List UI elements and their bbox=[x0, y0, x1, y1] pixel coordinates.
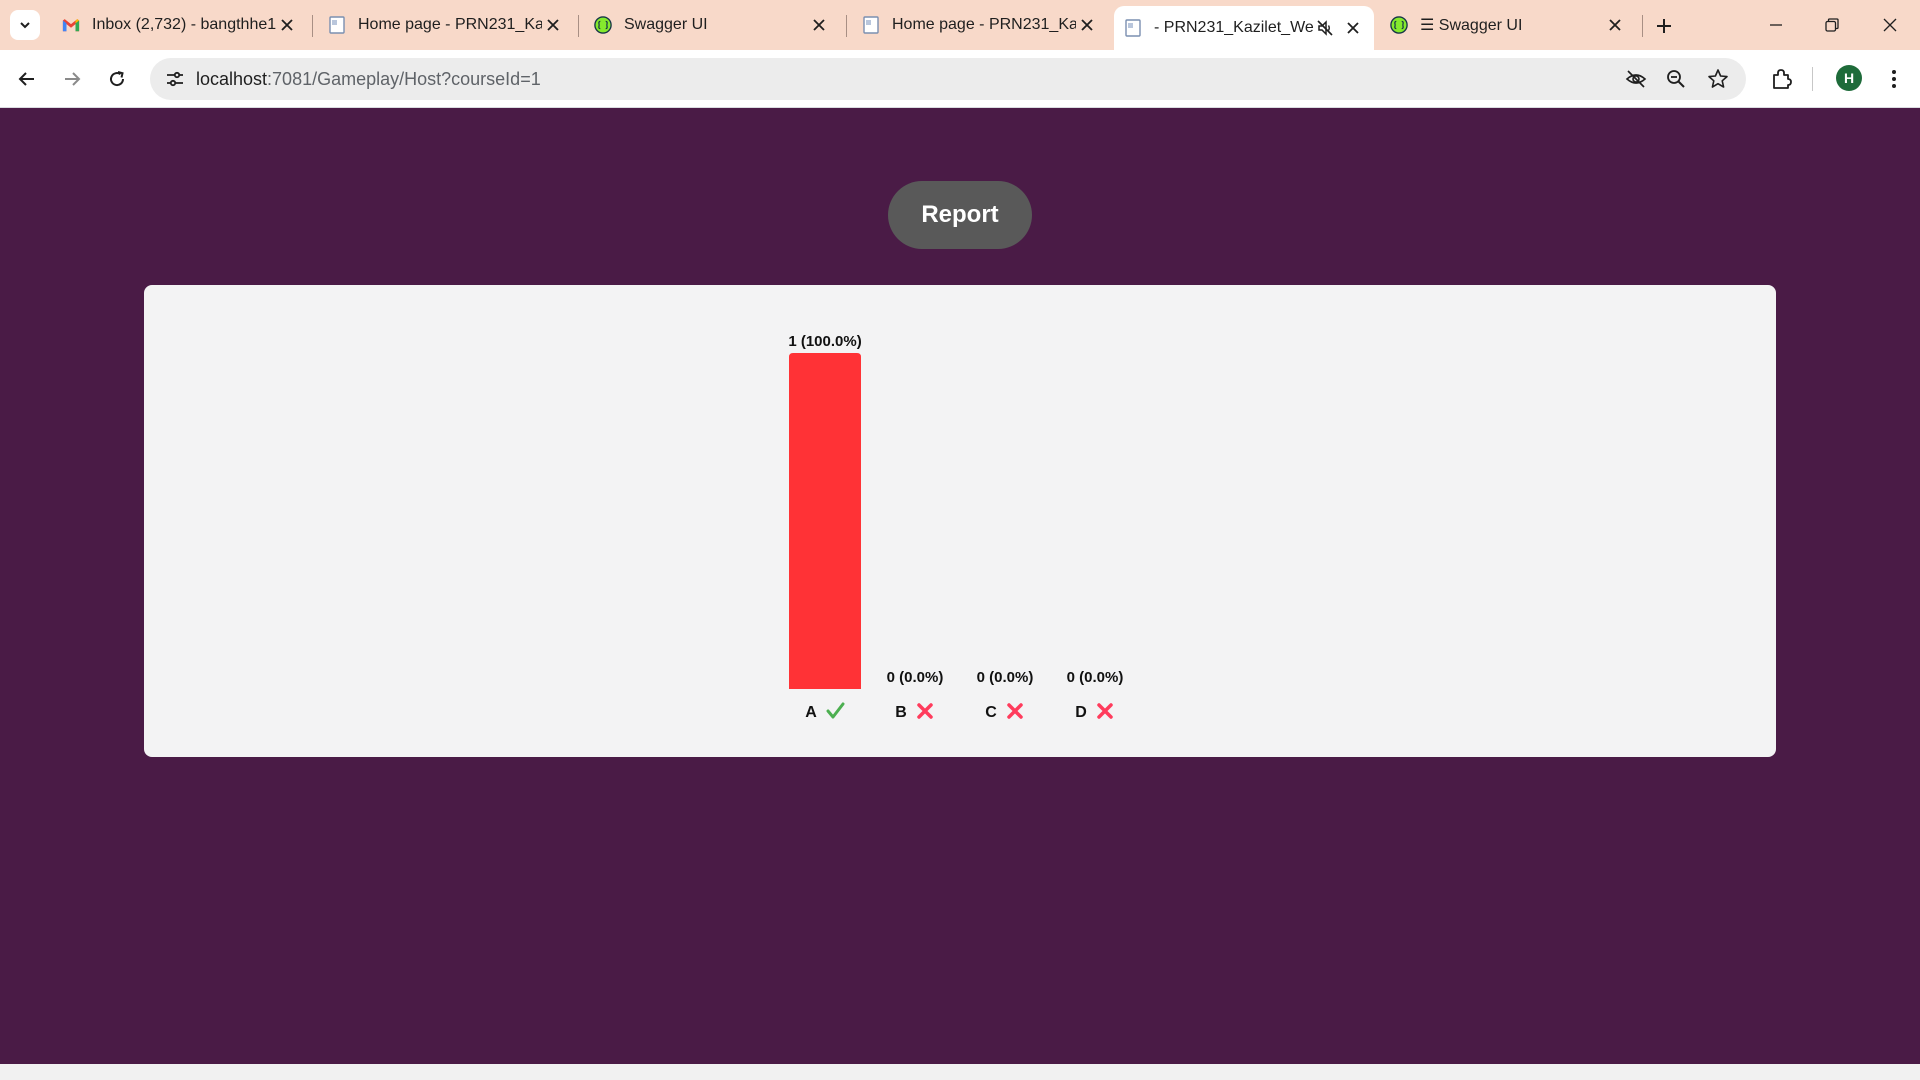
tab-home-page-1[interactable]: Home page - PRN231_Kazilet bbox=[318, 7, 574, 43]
tab-title: Home page - PRN231_Kazilet bbox=[892, 16, 1076, 33]
tab-strip: Inbox (2,732) - bangthhe17 Home page - P… bbox=[0, 0, 1920, 50]
category-label-d: D bbox=[1075, 704, 1087, 721]
tab-search-button[interactable] bbox=[10, 10, 40, 40]
horizontal-scrollbar[interactable] bbox=[0, 1064, 1920, 1080]
data-label-a: 1 (100.0%) bbox=[788, 333, 861, 350]
restore-icon bbox=[1825, 18, 1839, 32]
category-label-b: B bbox=[895, 704, 907, 721]
zoom-out-icon[interactable] bbox=[1664, 67, 1688, 91]
tab-title: Home page - PRN231_Kazilet bbox=[358, 16, 542, 33]
answer-chart-card: 1 (100.0%) A 0 (0.0%) B 0 (0.0%) C 0 (0.0%) D bbox=[144, 285, 1776, 757]
data-label-c: 0 (0.0%) bbox=[977, 669, 1034, 686]
page-icon bbox=[1124, 19, 1142, 37]
plus-icon bbox=[1657, 19, 1671, 33]
profile-avatar[interactable]: H bbox=[1836, 65, 1862, 91]
category-label-a: A bbox=[805, 704, 817, 721]
url-host: localhost bbox=[196, 69, 268, 89]
arrow-left-icon bbox=[18, 72, 34, 86]
tab-title: ☰ Swagger UI bbox=[1420, 17, 1523, 34]
tab-title: - PRN231_Kazilet_Web bbox=[1154, 19, 1314, 36]
eye-off-icon[interactable] bbox=[1624, 67, 1648, 91]
chevron-down-icon bbox=[20, 22, 30, 29]
close-icon[interactable] bbox=[542, 14, 564, 36]
toolbar-divider bbox=[1812, 67, 1813, 91]
tab-title: Inbox (2,732) - bangthhe17 bbox=[92, 16, 276, 33]
wrong-cross-icon bbox=[917, 703, 933, 719]
extensions-icon[interactable] bbox=[1768, 65, 1796, 93]
star-icon[interactable] bbox=[1706, 67, 1730, 91]
reload-button[interactable] bbox=[100, 62, 134, 96]
tab-separator bbox=[1642, 15, 1643, 37]
forward-button[interactable] bbox=[55, 62, 89, 96]
swagger-icon bbox=[1390, 16, 1408, 34]
close-icon[interactable] bbox=[808, 14, 830, 36]
muted-speaker-icon[interactable] bbox=[1314, 17, 1336, 39]
gmail-icon bbox=[62, 16, 80, 34]
browser-toolbar: localhost:7081/Gameplay/Host?courseId=1 … bbox=[0, 50, 1920, 108]
correct-check-icon bbox=[826, 702, 845, 719]
tab-title: Swagger UI bbox=[624, 16, 708, 33]
page-icon bbox=[862, 16, 880, 34]
tab-separator bbox=[578, 15, 579, 37]
close-icon[interactable] bbox=[276, 14, 298, 36]
close-window-button[interactable] bbox=[1868, 6, 1912, 44]
minimize-icon bbox=[1770, 24, 1782, 26]
new-tab-button[interactable] bbox=[1650, 12, 1678, 40]
wrong-cross-icon bbox=[1097, 703, 1113, 719]
tab-home-page-2[interactable]: Home page - PRN231_Kazilet bbox=[852, 7, 1108, 43]
tab-kazilet-active[interactable]: - PRN231_Kazilet_Web bbox=[1114, 6, 1374, 50]
reload-icon bbox=[110, 71, 125, 87]
url-path: :7081/Gameplay/Host?courseId=1 bbox=[267, 69, 541, 89]
answer-bar-chart: 1 (100.0%) A 0 (0.0%) B 0 (0.0%) C 0 (0.0%) D bbox=[788, 333, 1124, 721]
arrow-right-icon bbox=[65, 72, 81, 86]
report-button[interactable]: Report bbox=[888, 181, 1032, 249]
tab-swagger-1[interactable]: Swagger UI bbox=[584, 7, 840, 43]
tab-separator bbox=[312, 15, 313, 37]
tab-swagger-2[interactable]: ☰ Swagger UI bbox=[1380, 7, 1636, 43]
more-menu-icon[interactable] bbox=[1880, 65, 1908, 93]
wrong-cross-icon bbox=[1007, 703, 1023, 719]
address-bar[interactable]: localhost:7081/Gameplay/Host?courseId=1 bbox=[150, 58, 1746, 100]
restore-button[interactable] bbox=[1810, 6, 1854, 44]
data-label-b: 0 (0.0%) bbox=[887, 669, 944, 686]
minimize-button[interactable] bbox=[1754, 6, 1798, 44]
data-label-d: 0 (0.0%) bbox=[1067, 669, 1124, 686]
page-icon bbox=[328, 16, 346, 34]
close-icon[interactable] bbox=[1604, 14, 1626, 36]
url-text: localhost:7081/Gameplay/Host?courseId=1 bbox=[196, 58, 541, 100]
close-icon bbox=[1883, 18, 1897, 32]
back-button[interactable] bbox=[10, 62, 44, 96]
tune-icon bbox=[167, 71, 183, 87]
bar-a bbox=[789, 353, 861, 689]
close-icon[interactable] bbox=[1342, 17, 1364, 39]
site-info-button[interactable] bbox=[160, 64, 190, 94]
tab-separator bbox=[846, 15, 847, 37]
swagger-icon bbox=[594, 16, 612, 34]
close-icon[interactable] bbox=[1076, 14, 1098, 36]
category-label-c: C bbox=[985, 704, 997, 721]
tab-gmail[interactable]: Inbox (2,732) - bangthhe17 bbox=[52, 7, 308, 43]
